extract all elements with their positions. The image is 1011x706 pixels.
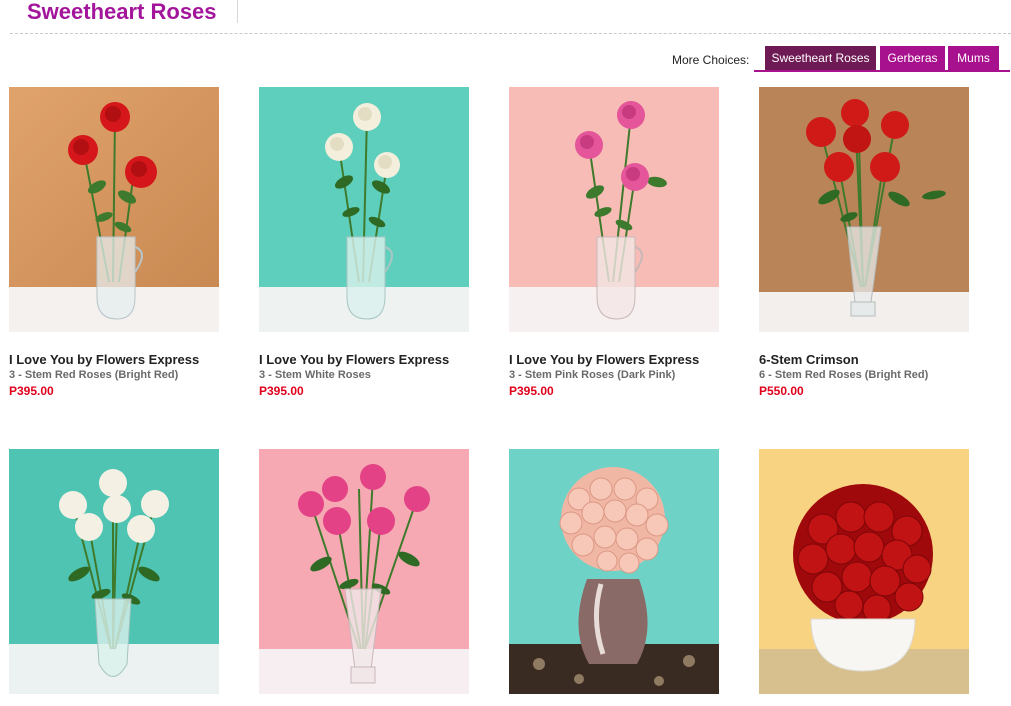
product-image[interactable] (509, 87, 719, 332)
product-price: P395.00 (509, 384, 554, 398)
product-description: 6 - Stem Red Roses (Bright Red) (759, 369, 929, 381)
product-image[interactable] (259, 87, 469, 332)
product-image[interactable] (259, 449, 469, 694)
more-choices-label: More Choices: (672, 53, 750, 67)
product-image[interactable] (9, 87, 219, 332)
product-image[interactable] (509, 449, 719, 694)
tab-gerberas[interactable]: Gerberas (880, 46, 945, 70)
product-name[interactable]: I Love You by Flowers Express (9, 352, 199, 367)
dashed-divider (10, 33, 1011, 34)
product-image[interactable] (9, 449, 219, 694)
product-description: 3 - Stem Pink Roses (Dark Pink) (509, 369, 676, 381)
product-description: 3 - Stem White Roses (259, 369, 371, 381)
product-name[interactable]: 6-Stem Crimson (759, 352, 859, 367)
product-name[interactable]: I Love You by Flowers Express (259, 352, 449, 367)
product-description: 3 - Stem Red Roses (Bright Red) (9, 369, 179, 381)
product-price: P395.00 (9, 384, 54, 398)
product-name[interactable]: I Love You by Flowers Express (509, 352, 699, 367)
title-divider (237, 0, 238, 23)
product-image[interactable] (759, 449, 969, 694)
page-title: Sweetheart Roses (27, 0, 217, 24)
product-image[interactable] (759, 87, 969, 332)
tabs-underline (754, 70, 1010, 72)
product-price: P395.00 (259, 384, 304, 398)
product-price: P550.00 (759, 384, 804, 398)
tab-mums[interactable]: Mums (948, 46, 999, 70)
tab-sweetheart-roses[interactable]: Sweetheart Roses (765, 46, 876, 70)
